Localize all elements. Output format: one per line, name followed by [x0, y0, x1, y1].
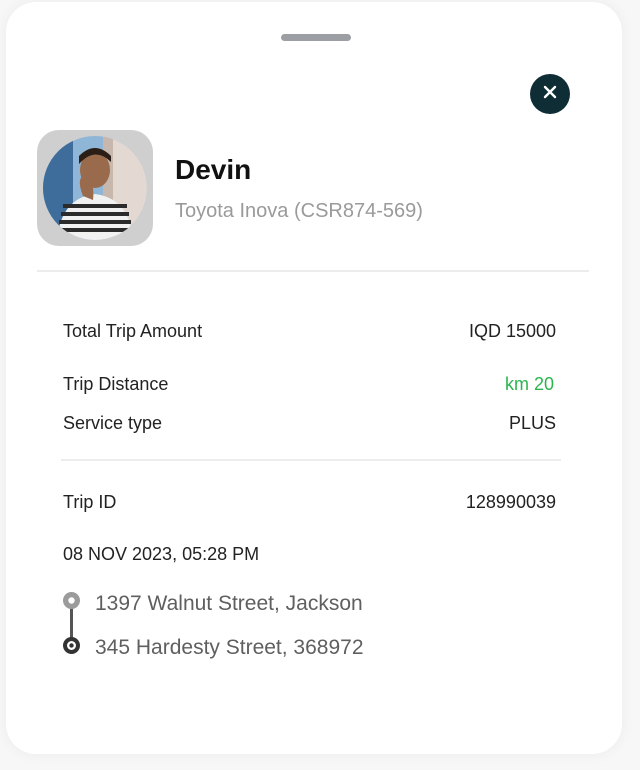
divider — [37, 270, 589, 272]
driver-name: Devin — [175, 154, 252, 185]
trip-details-sheet: Devin Toyota Inova (CSR874-569) Total Tr… — [6, 2, 622, 754]
service-type-value: PLUS — [508, 413, 556, 433]
trip-id-value: 128990039 — [465, 492, 556, 512]
total-amount-label: Total Trip Amount — [63, 321, 203, 341]
driver-avatar — [37, 130, 153, 246]
vehicle-info: Toyota Inova (CSR874-569) — [175, 200, 423, 222]
close-button[interactable] — [530, 74, 570, 114]
divider — [61, 459, 561, 461]
dropoff-address: 345 Hardesty Street, 368972 — [95, 636, 364, 659]
dropoff-pin-icon — [62, 636, 81, 660]
close-icon — [543, 85, 557, 104]
distance-value: km 20 — [504, 374, 554, 394]
trip-id-label: Trip ID — [63, 492, 117, 512]
pickup-pin-icon — [62, 591, 81, 615]
pickup-address: 1397 Walnut Street, Jackson — [95, 592, 363, 615]
service-type-label: Service type — [63, 413, 163, 433]
trip-datetime: 08 NOV 2023, 05:28 PM — [63, 544, 260, 564]
total-amount-value: IQD 15000 — [468, 321, 556, 341]
drag-handle[interactable] — [281, 34, 351, 41]
distance-label: Trip Distance — [63, 374, 169, 394]
driver-photo — [43, 136, 147, 240]
